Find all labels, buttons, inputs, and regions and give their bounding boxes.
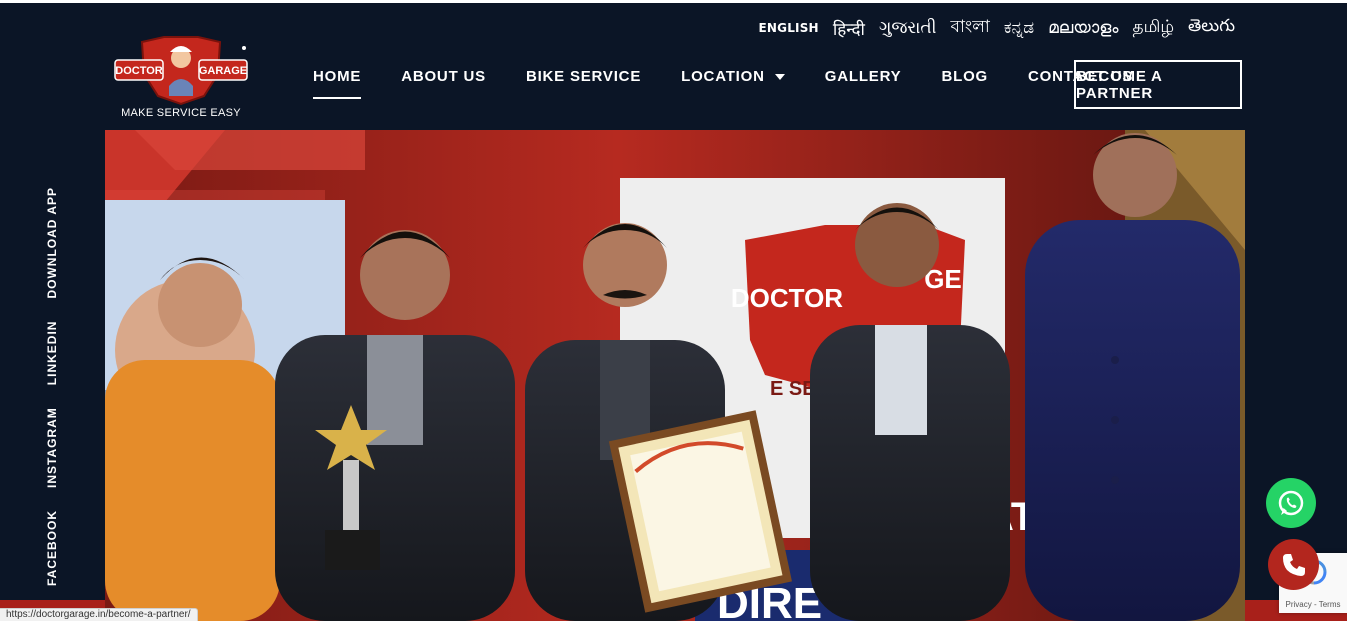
call-button[interactable] (1268, 539, 1319, 590)
recaptcha-terms[interactable]: Privacy - Terms (1279, 600, 1347, 609)
nav-location-label: LOCATION (681, 68, 765, 85)
nav-about-us[interactable]: ABOUT US (401, 68, 486, 85)
chevron-down-icon (774, 73, 785, 80)
nav-bike-service[interactable]: BIKE SERVICE (526, 68, 641, 85)
phone-icon (1282, 553, 1305, 576)
lang-kannada[interactable]: ಕನ್ನಡ (1004, 18, 1034, 38)
hero-award-photo: DOCTOR GE E SERV DIRE ATI (105, 130, 1245, 621)
nav-blog[interactable]: BLOG (941, 68, 988, 85)
language-bar: ENGLISH हिन्दी ગુજરાતી বাংলা ಕನ್ನಡ മലയാള… (759, 14, 1235, 42)
top-border (0, 0, 1347, 3)
status-bar-url: https://doctorgarage.in/become-a-partner… (0, 608, 198, 621)
nav-location[interactable]: LOCATION (681, 68, 785, 85)
lang-gujarati[interactable]: ગુજરાતી (879, 18, 937, 38)
lang-english[interactable]: ENGLISH (759, 21, 819, 35)
lang-tamil[interactable]: தமிழ் (1133, 17, 1175, 39)
lang-bengali[interactable]: বাংলা (951, 14, 990, 42)
nav-home[interactable]: HOME (313, 68, 362, 99)
logo-text-left: DOCTOR (115, 65, 163, 77)
social-links: FACEBOOK INSTAGRAM LINKEDIN DOWNLOAD APP (38, 187, 68, 586)
social-facebook[interactable]: FACEBOOK (38, 510, 66, 586)
backdrop-logo-left: DOCTOR (731, 283, 843, 313)
become-partner-button[interactable]: BECOME A PARTNER (1074, 60, 1242, 109)
main-nav: HOME ABOUT US BIKE SERVICE LOCATION GALL… (313, 68, 1173, 99)
lang-telugu[interactable]: తెలుగు (1188, 16, 1235, 40)
social-download-app[interactable]: DOWNLOAD APP (38, 187, 66, 299)
social-linkedin[interactable]: LINKEDIN (38, 321, 66, 386)
nav-gallery[interactable]: GALLERY (825, 68, 902, 85)
site-logo[interactable]: DOCTOR GARAGE MAKE SERVICE EASY (114, 34, 250, 120)
social-instagram[interactable]: INSTAGRAM (38, 407, 66, 488)
lang-malayalam[interactable]: മലയാളം (1048, 18, 1118, 38)
logo-tagline: MAKE SERVICE EASY (121, 107, 241, 119)
whatsapp-icon (1278, 490, 1304, 516)
whatsapp-button[interactable] (1266, 478, 1316, 528)
lang-hindi[interactable]: हिन्दी (833, 17, 865, 40)
logo-text-right: GARAGE (199, 65, 247, 77)
